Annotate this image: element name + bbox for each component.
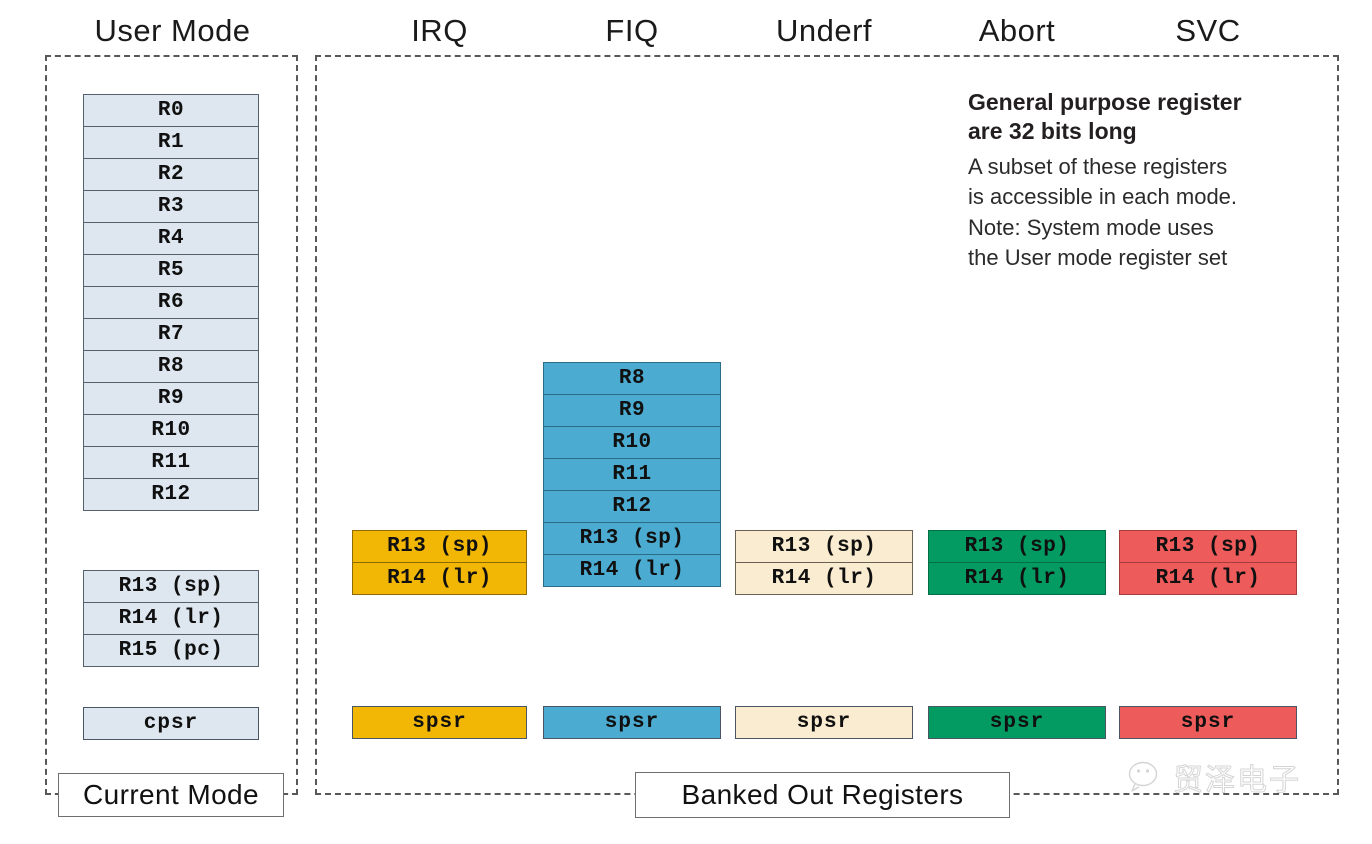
register-cell: R5 xyxy=(83,254,259,287)
register-cell: R12 xyxy=(83,478,259,511)
register-cell: R13 (sp) xyxy=(928,530,1106,563)
cpsr-register: cpsr xyxy=(83,707,259,740)
register-cell: R14 (lr) xyxy=(83,602,259,635)
abort-banked-register-stack: R13 (sp) R14 (lr) xyxy=(928,530,1106,595)
register-cell: R14 (lr) xyxy=(928,562,1106,595)
register-cell: R2 xyxy=(83,158,259,191)
abort-spsr-register: spsr xyxy=(928,706,1106,739)
caption-banked-out-registers: Banked Out Registers xyxy=(635,772,1010,818)
register-cell: R6 xyxy=(83,286,259,319)
register-cell: R14 (lr) xyxy=(1119,562,1297,595)
register-cell: R4 xyxy=(83,222,259,255)
register-cell: R14 (lr) xyxy=(543,554,721,587)
column-header-fiq: FIQ xyxy=(605,13,659,48)
register-cell: R11 xyxy=(83,446,259,479)
note-heading-line-2: are 32 bits long xyxy=(968,118,1137,145)
irq-banked-register-stack: R13 (sp) R14 (lr) xyxy=(352,530,527,595)
register-cell: R0 xyxy=(83,94,259,127)
underf-spsr-register: spsr xyxy=(735,706,913,739)
register-cell: R8 xyxy=(543,362,721,395)
register-cell: R13 (sp) xyxy=(83,570,259,603)
register-cell: R9 xyxy=(83,382,259,415)
note-body-line-1: A subset of these registers xyxy=(968,153,1228,179)
note-body-line-3: Note: System mode uses xyxy=(968,214,1214,240)
user-mode-main-register-stack: R0 R1 R2 R3 R4 R5 R6 R7 R8 R9 R10 R11 R1… xyxy=(83,94,259,511)
irq-spsr-register: spsr xyxy=(352,706,527,739)
fiq-spsr-register: spsr xyxy=(543,706,721,739)
register-cell: R9 xyxy=(543,394,721,427)
register-cell: R10 xyxy=(543,426,721,459)
register-cell: R12 xyxy=(543,490,721,523)
note-body-line-4: the User mode register set xyxy=(968,244,1228,270)
column-header-abort: Abort xyxy=(978,13,1056,48)
register-cell: R14 (lr) xyxy=(352,562,527,595)
register-cell: R13 (sp) xyxy=(1119,530,1297,563)
register-cell: R8 xyxy=(83,350,259,383)
column-header-user-mode: User Mode xyxy=(94,13,251,48)
register-cell: R11 xyxy=(543,458,721,491)
user-mode-pointer-register-stack: R13 (sp) R14 (lr) R15 (pc) xyxy=(83,570,259,667)
register-cell: R10 xyxy=(83,414,259,447)
note-heading-line-1: General purpose register xyxy=(968,89,1242,115)
watermark-text: 贸泽电子 xyxy=(1173,763,1301,799)
register-cell: R15 (pc) xyxy=(83,634,259,667)
explanatory-note: General purpose register are 32 bits lon… xyxy=(968,88,1298,273)
register-cell: R7 xyxy=(83,318,259,351)
underf-banked-register-stack: R13 (sp) R14 (lr) xyxy=(735,530,913,595)
column-header-svc: SVC xyxy=(1175,13,1241,48)
caption-current-mode: Current Mode xyxy=(58,773,284,817)
svc-banked-register-stack: R13 (sp) R14 (lr) xyxy=(1119,530,1297,595)
watermark: 贸泽电子 xyxy=(1128,755,1301,799)
register-cell: R1 xyxy=(83,126,259,159)
note-body: A subset of these registers is accessibl… xyxy=(968,152,1298,273)
note-heading: General purpose register are 32 bits lon… xyxy=(968,88,1298,147)
note-body-line-2: is accessible in each mode. xyxy=(968,184,1238,210)
register-bank-diagram: User Mode IRQ FIQ Underf Abort SVC R0 R1… xyxy=(0,0,1372,844)
wechat-icon xyxy=(1128,761,1158,792)
column-header-irq: IRQ xyxy=(411,13,468,48)
column-header-underf: Underf xyxy=(775,13,873,48)
register-cell: R13 (sp) xyxy=(352,530,527,563)
svc-spsr-register: spsr xyxy=(1119,706,1297,739)
register-cell: R13 (sp) xyxy=(543,522,721,555)
register-cell: R3 xyxy=(83,190,259,223)
register-cell: R13 (sp) xyxy=(735,530,913,563)
fiq-banked-register-stack: R8 R9 R10 R11 R12 R13 (sp) R14 (lr) xyxy=(543,362,721,587)
register-cell: R14 (lr) xyxy=(735,562,913,595)
